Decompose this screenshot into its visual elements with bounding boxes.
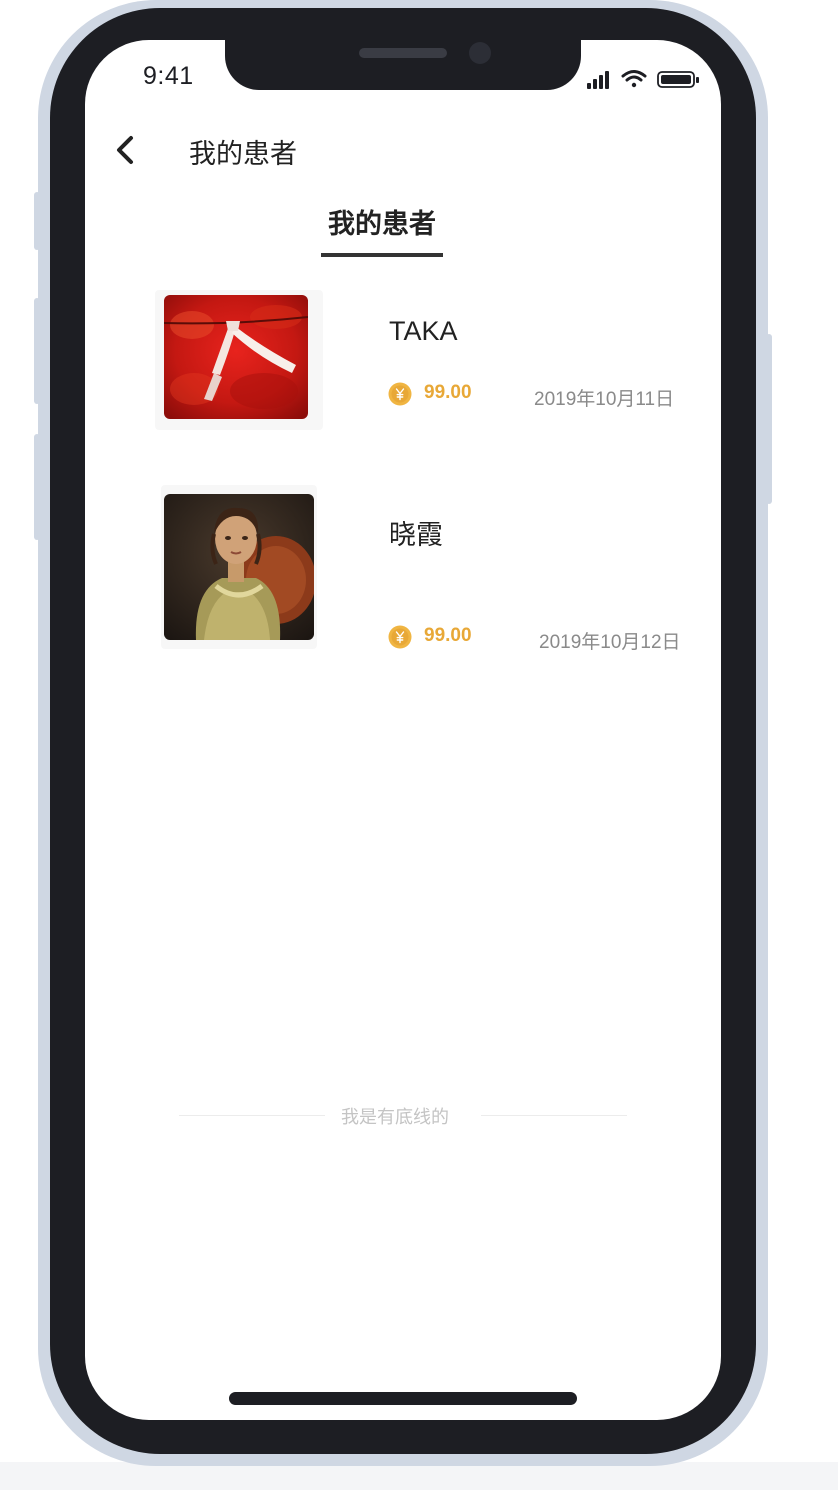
phone-screen: 9:41 我的患者 我的患者 TAKA 99.00 2019年10月11日 晓霞… <box>85 40 721 1420</box>
tab-my-patients[interactable]: 我的患者 <box>321 202 443 241</box>
front-camera <box>469 42 491 64</box>
speaker-grille <box>359 48 447 58</box>
end-of-list-text: 我是有底线的 <box>341 1107 449 1127</box>
home-indicator[interactable] <box>229 1392 577 1405</box>
signal-icon <box>587 71 609 89</box>
patient-date: 2019年10月12日 <box>539 632 681 653</box>
battery-icon <box>657 71 699 88</box>
wifi-icon <box>621 70 647 88</box>
notch <box>225 40 581 90</box>
status-time: 9:41 <box>143 62 194 90</box>
patient-amount: 99.00 <box>424 625 472 646</box>
patient-name: TAKA <box>389 316 458 346</box>
patient-name: 晓霞 <box>389 520 443 550</box>
footer-divider-right <box>481 1115 627 1116</box>
power-button <box>766 334 772 504</box>
yuan-coin-icon <box>388 625 412 649</box>
list-item[interactable]: TAKA 99.00 2019年10月11日 <box>155 290 715 450</box>
avatar <box>164 494 314 640</box>
patient-date: 2019年10月11日 <box>534 389 675 410</box>
background-floor <box>0 1462 838 1490</box>
mute-switch <box>34 192 40 250</box>
chevron-left-icon[interactable] <box>107 132 147 172</box>
list-item[interactable]: 晓霞 99.00 2019年10月12日 <box>155 485 715 653</box>
tab-active-indicator <box>321 253 443 257</box>
avatar-container <box>161 485 317 649</box>
page-title: 我的患者 <box>189 139 297 169</box>
patient-amount: 99.00 <box>424 382 472 403</box>
footer-divider-left <box>179 1115 325 1116</box>
avatar <box>164 295 308 419</box>
status-icons <box>587 70 699 89</box>
volume-down-button <box>34 434 40 540</box>
volume-up-button <box>34 298 40 404</box>
avatar-container <box>155 290 323 430</box>
yuan-coin-icon <box>388 382 412 406</box>
